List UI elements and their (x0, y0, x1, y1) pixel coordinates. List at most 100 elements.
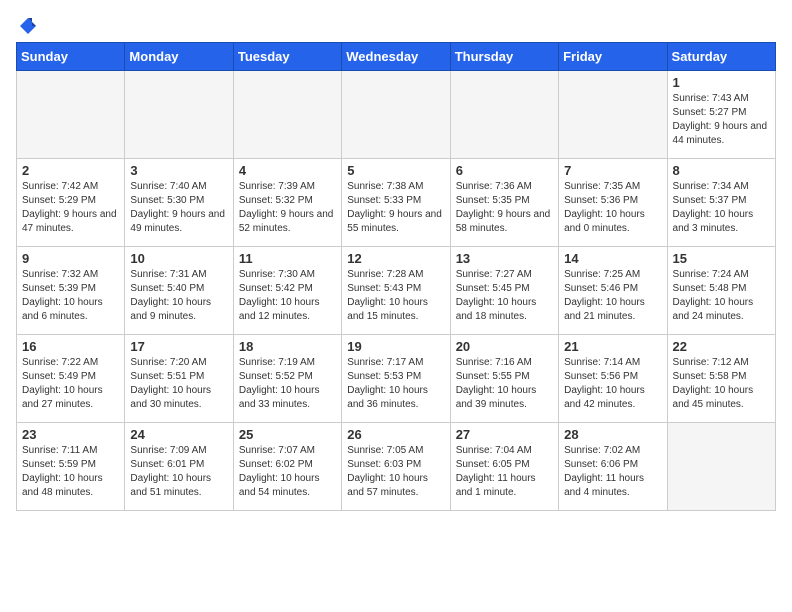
calendar-cell: 1 Sunrise: 7:43 AM Sunset: 5:27 PM Daylig… (667, 71, 775, 159)
day-number: 7 (564, 163, 661, 178)
calendar-cell: 27 Sunrise: 7:04 AM Sunset: 6:05 PM Dayli… (450, 423, 558, 511)
day-number: 16 (22, 339, 119, 354)
calendar-table: SundayMondayTuesdayWednesdayThursdayFrid… (16, 42, 776, 511)
calendar-cell (450, 71, 558, 159)
calendar-cell: 18 Sunrise: 7:19 AM Sunset: 5:52 PM Dayli… (233, 335, 341, 423)
weekday-header-sunday: Sunday (17, 43, 125, 71)
day-number: 18 (239, 339, 336, 354)
day-number: 24 (130, 427, 227, 442)
calendar-cell (667, 423, 775, 511)
day-number: 11 (239, 251, 336, 266)
calendar-cell (17, 71, 125, 159)
cell-info: Sunrise: 7:16 AM Sunset: 5:55 PM Dayligh… (456, 356, 553, 412)
calendar-cell: 11 Sunrise: 7:30 AM Sunset: 5:42 PM Dayli… (233, 247, 341, 335)
cell-info: Sunrise: 7:24 AM Sunset: 5:48 PM Dayligh… (673, 268, 770, 324)
day-number: 22 (673, 339, 770, 354)
day-number: 20 (456, 339, 553, 354)
cell-info: Sunrise: 7:27 AM Sunset: 5:45 PM Dayligh… (456, 268, 553, 324)
week-row-4: 16 Sunrise: 7:22 AM Sunset: 5:49 PM Dayli… (17, 335, 776, 423)
calendar-cell: 20 Sunrise: 7:16 AM Sunset: 5:55 PM Dayli… (450, 335, 558, 423)
cell-info: Sunrise: 7:02 AM Sunset: 6:06 PM Dayligh… (564, 444, 661, 500)
cell-info: Sunrise: 7:09 AM Sunset: 6:01 PM Dayligh… (130, 444, 227, 500)
day-number: 2 (22, 163, 119, 178)
cell-info: Sunrise: 7:36 AM Sunset: 5:35 PM Dayligh… (456, 180, 553, 236)
day-number: 23 (22, 427, 119, 442)
cell-info: Sunrise: 7:22 AM Sunset: 5:49 PM Dayligh… (22, 356, 119, 412)
day-number: 14 (564, 251, 661, 266)
cell-info: Sunrise: 7:05 AM Sunset: 6:03 PM Dayligh… (347, 444, 444, 500)
calendar-cell: 7Sunrise: 7:35 AM Sunset: 5:36 PM Daylig… (559, 159, 667, 247)
weekday-header-thursday: Thursday (450, 43, 558, 71)
calendar-cell: 19 Sunrise: 7:17 AM Sunset: 5:53 PM Dayli… (342, 335, 450, 423)
calendar-cell: 9 Sunrise: 7:32 AM Sunset: 5:39 PM Daylig… (17, 247, 125, 335)
calendar-cell (233, 71, 341, 159)
logo (16, 16, 38, 32)
day-number: 27 (456, 427, 553, 442)
calendar-cell: 12 Sunrise: 7:28 AM Sunset: 5:43 PM Dayli… (342, 247, 450, 335)
calendar-cell (125, 71, 233, 159)
weekday-header-wednesday: Wednesday (342, 43, 450, 71)
cell-info: Sunrise: 7:04 AM Sunset: 6:05 PM Dayligh… (456, 444, 553, 500)
day-number: 4 (239, 163, 336, 178)
day-number: 9 (22, 251, 119, 266)
calendar-cell (342, 71, 450, 159)
cell-info: Sunrise: 7:42 AM Sunset: 5:29 PM Dayligh… (22, 180, 119, 236)
week-row-2: 2 Sunrise: 7:42 AM Sunset: 5:29 PM Daylig… (17, 159, 776, 247)
calendar-cell: 2 Sunrise: 7:42 AM Sunset: 5:29 PM Daylig… (17, 159, 125, 247)
cell-info: Sunrise: 7:11 AM Sunset: 5:59 PM Dayligh… (22, 444, 119, 500)
day-number: 8 (673, 163, 770, 178)
day-number: 6 (456, 163, 553, 178)
cell-info: Sunrise: 7:31 AM Sunset: 5:40 PM Dayligh… (130, 268, 227, 324)
weekday-header-saturday: Saturday (667, 43, 775, 71)
week-row-1: 1 Sunrise: 7:43 AM Sunset: 5:27 PM Daylig… (17, 71, 776, 159)
calendar-cell: 8 Sunrise: 7:34 AM Sunset: 5:37 PM Daylig… (667, 159, 775, 247)
cell-info: Sunrise: 7:39 AM Sunset: 5:32 PM Dayligh… (239, 180, 336, 236)
day-number: 3 (130, 163, 227, 178)
day-number: 1 (673, 75, 770, 90)
weekday-header-monday: Monday (125, 43, 233, 71)
cell-info: Sunrise: 7:19 AM Sunset: 5:52 PM Dayligh… (239, 356, 336, 412)
day-number: 21 (564, 339, 661, 354)
calendar-cell: 14 Sunrise: 7:25 AM Sunset: 5:46 PM Dayli… (559, 247, 667, 335)
calendar-cell: 24 Sunrise: 7:09 AM Sunset: 6:01 PM Dayli… (125, 423, 233, 511)
weekday-header-friday: Friday (559, 43, 667, 71)
weekday-header-row: SundayMondayTuesdayWednesdayThursdayFrid… (17, 43, 776, 71)
logo-icon (18, 16, 38, 36)
cell-info: Sunrise: 7:12 AM Sunset: 5:58 PM Dayligh… (673, 356, 770, 412)
cell-info: Sunrise: 7:20 AM Sunset: 5:51 PM Dayligh… (130, 356, 227, 412)
cell-info: Sunrise: 7:28 AM Sunset: 5:43 PM Dayligh… (347, 268, 444, 324)
calendar-cell: 15 Sunrise: 7:24 AM Sunset: 5:48 PM Dayli… (667, 247, 775, 335)
day-number: 17 (130, 339, 227, 354)
calendar-cell: 26 Sunrise: 7:05 AM Sunset: 6:03 PM Dayli… (342, 423, 450, 511)
cell-info: Sunrise: 7:25 AM Sunset: 5:46 PM Dayligh… (564, 268, 661, 324)
calendar-cell: 22 Sunrise: 7:12 AM Sunset: 5:58 PM Dayli… (667, 335, 775, 423)
calendar-cell: 4 Sunrise: 7:39 AM Sunset: 5:32 PM Daylig… (233, 159, 341, 247)
cell-info: Sunrise: 7:14 AM Sunset: 5:56 PM Dayligh… (564, 356, 661, 412)
week-row-3: 9 Sunrise: 7:32 AM Sunset: 5:39 PM Daylig… (17, 247, 776, 335)
day-number: 28 (564, 427, 661, 442)
calendar-cell: 6 Sunrise: 7:36 AM Sunset: 5:35 PM Daylig… (450, 159, 558, 247)
cell-info: Sunrise: 7:38 AM Sunset: 5:33 PM Dayligh… (347, 180, 444, 236)
day-number: 26 (347, 427, 444, 442)
cell-info: Sunrise: 7:43 AM Sunset: 5:27 PM Dayligh… (673, 92, 770, 148)
calendar-cell: 13 Sunrise: 7:27 AM Sunset: 5:45 PM Dayli… (450, 247, 558, 335)
day-number: 13 (456, 251, 553, 266)
day-number: 10 (130, 251, 227, 266)
day-number: 15 (673, 251, 770, 266)
calendar-cell: 3 Sunrise: 7:40 AM Sunset: 5:30 PM Daylig… (125, 159, 233, 247)
calendar-cell: 10 Sunrise: 7:31 AM Sunset: 5:40 PM Dayli… (125, 247, 233, 335)
cell-info: Sunrise: 7:07 AM Sunset: 6:02 PM Dayligh… (239, 444, 336, 500)
cell-info: Sunrise: 7:30 AM Sunset: 5:42 PM Dayligh… (239, 268, 336, 324)
page-header (16, 16, 776, 32)
day-number: 12 (347, 251, 444, 266)
week-row-5: 23 Sunrise: 7:11 AM Sunset: 5:59 PM Dayli… (17, 423, 776, 511)
calendar-cell: 17 Sunrise: 7:20 AM Sunset: 5:51 PM Dayli… (125, 335, 233, 423)
cell-info: Sunrise: 7:17 AM Sunset: 5:53 PM Dayligh… (347, 356, 444, 412)
cell-info: Sunrise: 7:32 AM Sunset: 5:39 PM Dayligh… (22, 268, 119, 324)
cell-info: Sunrise: 7:40 AM Sunset: 5:30 PM Dayligh… (130, 180, 227, 236)
calendar-cell: 25Sunrise: 7:07 AM Sunset: 6:02 PM Dayli… (233, 423, 341, 511)
calendar-cell: 28 Sunrise: 7:02 AM Sunset: 6:06 PM Dayli… (559, 423, 667, 511)
day-number: 19 (347, 339, 444, 354)
calendar-cell: 23 Sunrise: 7:11 AM Sunset: 5:59 PM Dayli… (17, 423, 125, 511)
cell-info: Sunrise: 7:34 AM Sunset: 5:37 PM Dayligh… (673, 180, 770, 236)
